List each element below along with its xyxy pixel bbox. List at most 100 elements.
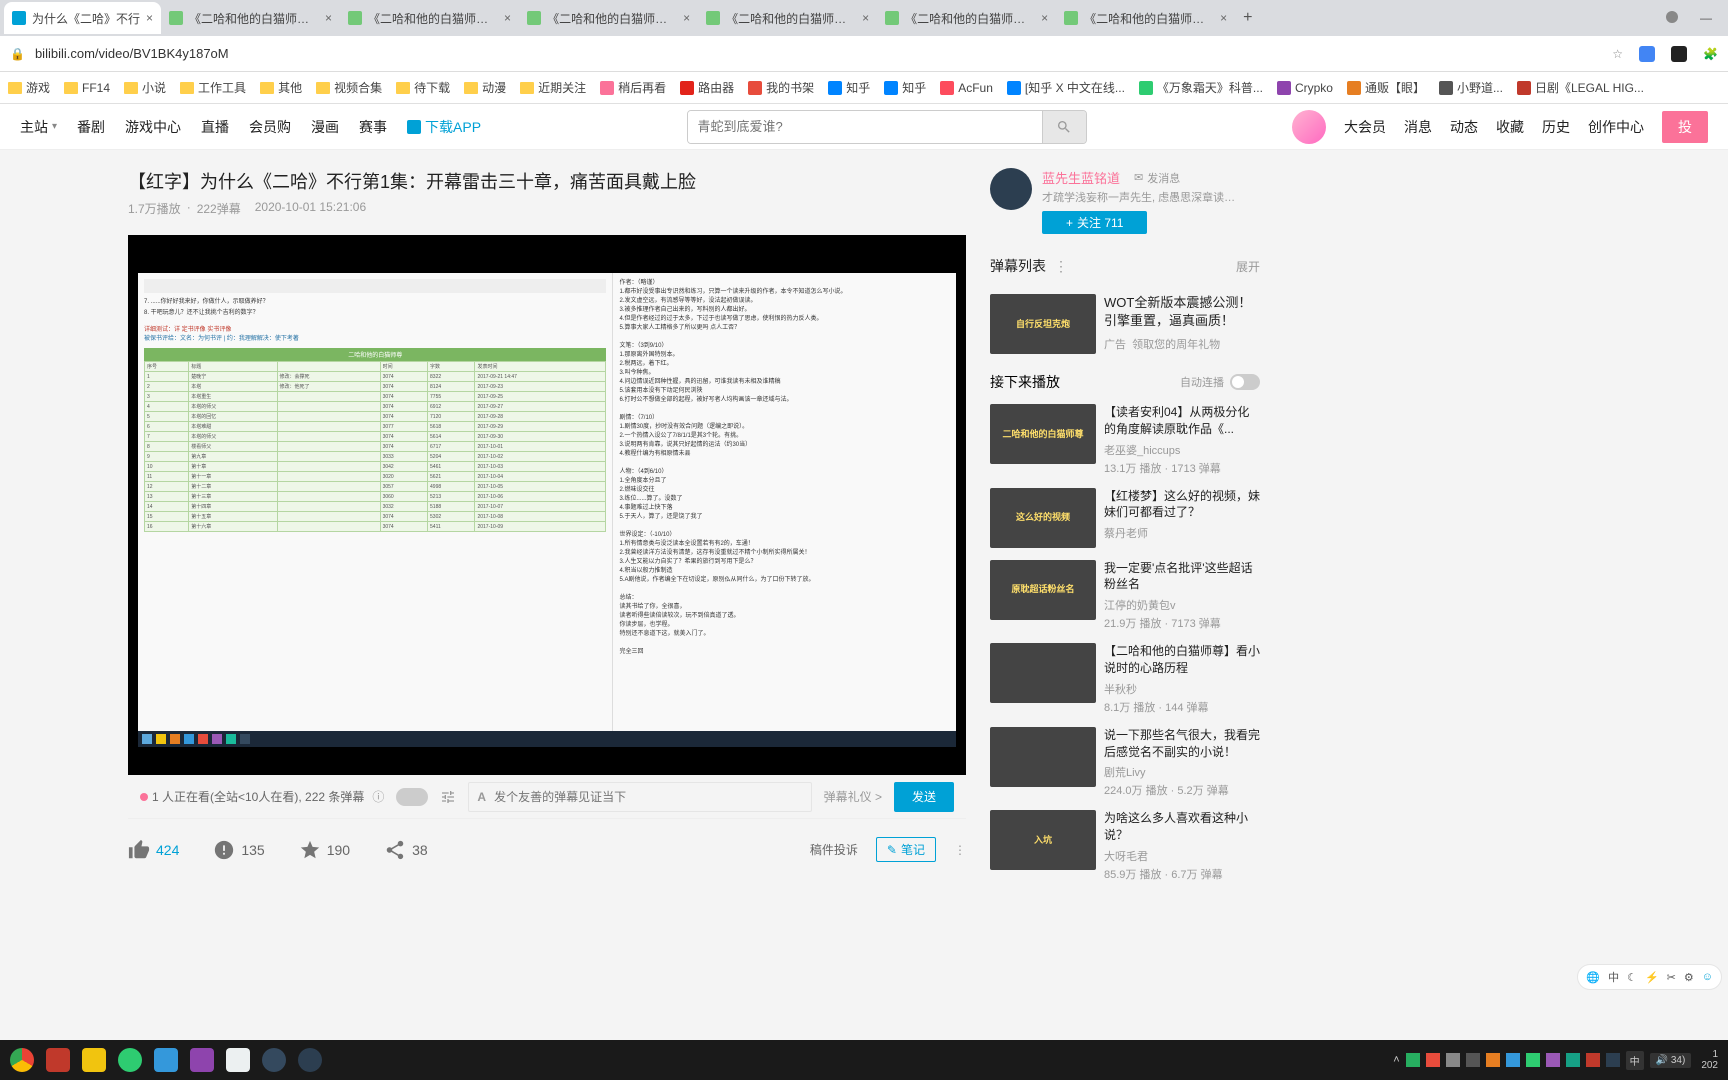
bookmark-item[interactable]: 小野道... [1439,79,1503,96]
star-icon[interactable]: ☆ [1612,47,1623,61]
volume-control[interactable]: 🔊 34) [1650,1053,1692,1068]
nav-live[interactable]: 直播 [201,117,229,137]
nav-create[interactable]: 创作中心 [1588,117,1644,137]
chrome-icon[interactable] [6,1044,38,1076]
gear-icon[interactable]: ⚙ [1684,971,1694,984]
close-icon[interactable]: × [1220,11,1227,25]
bookmark-item[interactable]: 我的书架 [748,79,814,96]
account-icon[interactable] [1666,11,1678,23]
danmu-toggle[interactable] [396,788,428,806]
app-icon[interactable] [186,1044,218,1076]
url-text[interactable]: bilibili.com/video/BV1BK4y187oM [35,46,1602,61]
close-icon[interactable]: × [683,11,690,25]
bookmark-folder[interactable]: 小说 [124,79,166,96]
follow-button[interactable]: +关注 711 [1042,211,1147,234]
close-icon[interactable]: × [146,11,153,25]
new-tab-button[interactable]: + [1243,9,1252,27]
bookmark-item[interactable]: 稍后再看 [600,79,666,96]
nav-anime[interactable]: 番剧 [77,117,105,137]
bookmark-item[interactable]: Crypko [1277,81,1333,95]
search-button[interactable] [1042,111,1086,143]
share-button[interactable]: 38 [384,839,428,861]
ime-button[interactable]: 中 [1626,1051,1644,1070]
bookmark-item[interactable]: 知乎 [828,79,870,96]
rec-item[interactable]: 这么好的视频 【红楼梦】这么好的视频，妹妹们可都看过了？ 蔡丹老师 [990,488,1260,548]
like-button[interactable]: 424 [128,839,179,861]
send-button[interactable]: 发送 [894,782,954,812]
fav-button[interactable]: 190 [299,839,350,861]
bookmark-item[interactable]: 通贩【眼】 [1347,79,1425,96]
info-icon[interactable]: ⓘ [372,788,384,805]
rec-item[interactable]: 二哈和他的白猫师尊 【读者安利04】从两极分化的角度解读原耽作品《... 老巫婆… [990,404,1260,476]
video-player[interactable]: 7. ......你好好我来好，你做什人，示取做养好？ 8. 干吧玩意儿？还不让… [128,235,966,775]
smile-icon[interactable]: ☺ [1702,971,1713,983]
close-icon[interactable]: × [1041,11,1048,25]
autoplay-toggle[interactable] [1230,374,1260,390]
close-icon[interactable]: × [325,11,332,25]
obs-icon[interactable] [294,1044,326,1076]
nav-feed[interactable]: 动态 [1450,117,1478,137]
report-link[interactable]: 稿件投诉 [810,841,858,858]
bookmark-folder[interactable]: 游戏 [8,79,50,96]
minimize-icon[interactable]: — [1700,11,1712,25]
tray-icon[interactable] [1506,1053,1520,1067]
tray-icon[interactable] [1566,1053,1580,1067]
browser-tab[interactable]: 《二哈和他的白猫师尊》肉包不...× [877,2,1056,34]
side-float-panel[interactable]: 🌐 中 ☾ ⚡ ✂ ⚙ ☺ [1577,964,1722,990]
bookmark-item[interactable]: AcFun [940,81,993,95]
app-icon[interactable] [258,1044,290,1076]
lock-icon[interactable]: 🔒 [10,47,25,61]
browser-tab[interactable]: 《二哈和他的白猫师尊》肉包不...× [519,2,698,34]
nav-esport[interactable]: 赛事 [359,117,387,137]
bookmark-item[interactable]: 《万象霜天》科普... [1139,79,1263,96]
search-input[interactable] [688,111,1042,143]
up-avatar[interactable] [990,168,1032,210]
ext-icon[interactable] [1671,46,1687,62]
rec-item[interactable]: 原耽超话粉丝名 我一定要'点名批评'这些超话粉丝名 江停的奶黄包v 21.9万 … [990,560,1260,632]
clock[interactable]: 1202 [1697,1049,1722,1071]
wechat-icon[interactable] [114,1044,146,1076]
more-icon[interactable]: ⋮ [1054,258,1068,275]
bookmark-item[interactable]: 路由器 [680,79,734,96]
bookmark-item[interactable]: [知乎 X 中文在线... [1007,79,1125,96]
close-icon[interactable]: × [504,11,511,25]
up-name[interactable]: 蓝先生蓝铭道 [1042,168,1120,187]
danmu-etiquette-link[interactable]: 弹幕礼仪 > [824,788,882,805]
nav-shop[interactable]: 会员购 [249,117,291,137]
nav-manga[interactable]: 漫画 [311,117,339,137]
rec-item[interactable]: 入坑 为啥这么多人喜欢看这种小说？ 大呀毛君 85.9万 播放 · 6.7万 弹… [990,810,1260,882]
bookmark-folder[interactable]: 待下载 [396,79,450,96]
extensions-icon[interactable]: 🧩 [1703,47,1718,61]
nav-game[interactable]: 游戏中心 [125,117,181,137]
bookmark-folder[interactable]: 工作工具 [180,79,246,96]
coin-button[interactable]: 135 [213,839,264,861]
browser-tab[interactable]: 《二哈和他的白猫师尊》肉包不...× [698,2,877,34]
tray-icon[interactable] [1446,1053,1460,1067]
ad-card[interactable]: 自行反坦克炮 WOT全新版本震撼公测！引擎重置，逼真画质！ 广告 领取您的周年礼… [990,294,1260,354]
tray-icon[interactable] [1546,1053,1560,1067]
browser-tab[interactable]: 《二哈和他的白猫师尊》肉包不...× [161,2,340,34]
nav-fav[interactable]: 收藏 [1496,117,1524,137]
bookmark-folder[interactable]: 其他 [260,79,302,96]
browser-tab[interactable]: 《二哈和他的白猫师尊》肉包不...× [1056,2,1235,34]
tray-icon[interactable] [1426,1053,1440,1067]
tray-icon[interactable] [1466,1053,1480,1067]
browser-tab[interactable]: 为什么《二哈》不行× [4,2,161,34]
font-style-icon[interactable]: A [477,790,486,804]
upload-button[interactable]: 投 [1662,111,1708,143]
send-msg-link[interactable]: ✉发消息 [1134,170,1180,186]
danmu-settings-icon[interactable] [440,789,456,805]
close-icon[interactable]: × [862,11,869,25]
bookmark-folder[interactable]: FF14 [64,81,110,95]
ext-icon[interactable] [1639,46,1655,62]
explorer-icon[interactable] [78,1044,110,1076]
bookmark-item[interactable]: 日剧《LEGAL HIG... [1517,79,1644,96]
netease-icon[interactable] [42,1044,74,1076]
tray-icon[interactable] [1406,1053,1420,1067]
bookmark-folder[interactable]: 动漫 [464,79,506,96]
danmu-input[interactable] [494,790,803,804]
note-button[interactable]: ✎笔记 [876,837,936,862]
app-icon[interactable] [222,1044,254,1076]
expand-button[interactable]: 展开 [1236,258,1260,275]
moon-icon[interactable]: ☾ [1627,971,1637,984]
